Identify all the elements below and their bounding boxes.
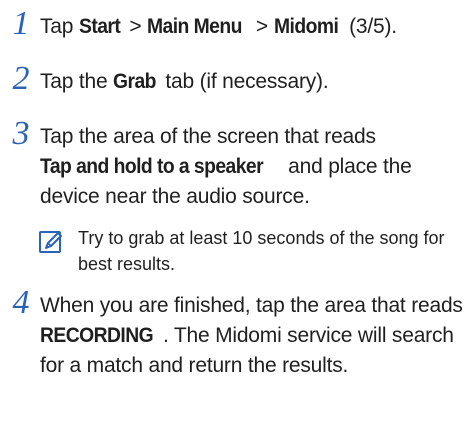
menu-path-main-menu: Main Menu bbox=[147, 15, 242, 38]
step-text: Tap the area of the screen that reads Ta… bbox=[40, 125, 412, 208]
recording-label: RECORDING bbox=[40, 324, 154, 347]
step-number: 4 bbox=[12, 284, 30, 321]
step-number: 2 bbox=[12, 60, 30, 97]
note-text: Try to grab at least 10 seconds of the s… bbox=[78, 228, 445, 274]
step-text: Tap Start > Main Menu > Midomi (3/5). bbox=[40, 12, 472, 42]
step-text: When you are finished, tap the area that… bbox=[40, 294, 463, 377]
step-number: 1 bbox=[12, 5, 30, 42]
menu-path-midomi: Midomi bbox=[273, 15, 339, 38]
tap-and-hold-label: Tap and hold to a speaker bbox=[40, 155, 264, 178]
note-pencil-icon bbox=[39, 231, 62, 253]
step-number: 3 bbox=[12, 115, 30, 152]
step-text: Tap the Grab tab (if necessary). bbox=[40, 67, 472, 97]
menu-path-start: Start bbox=[78, 15, 121, 38]
grab-tab-label: Grab bbox=[113, 70, 157, 93]
